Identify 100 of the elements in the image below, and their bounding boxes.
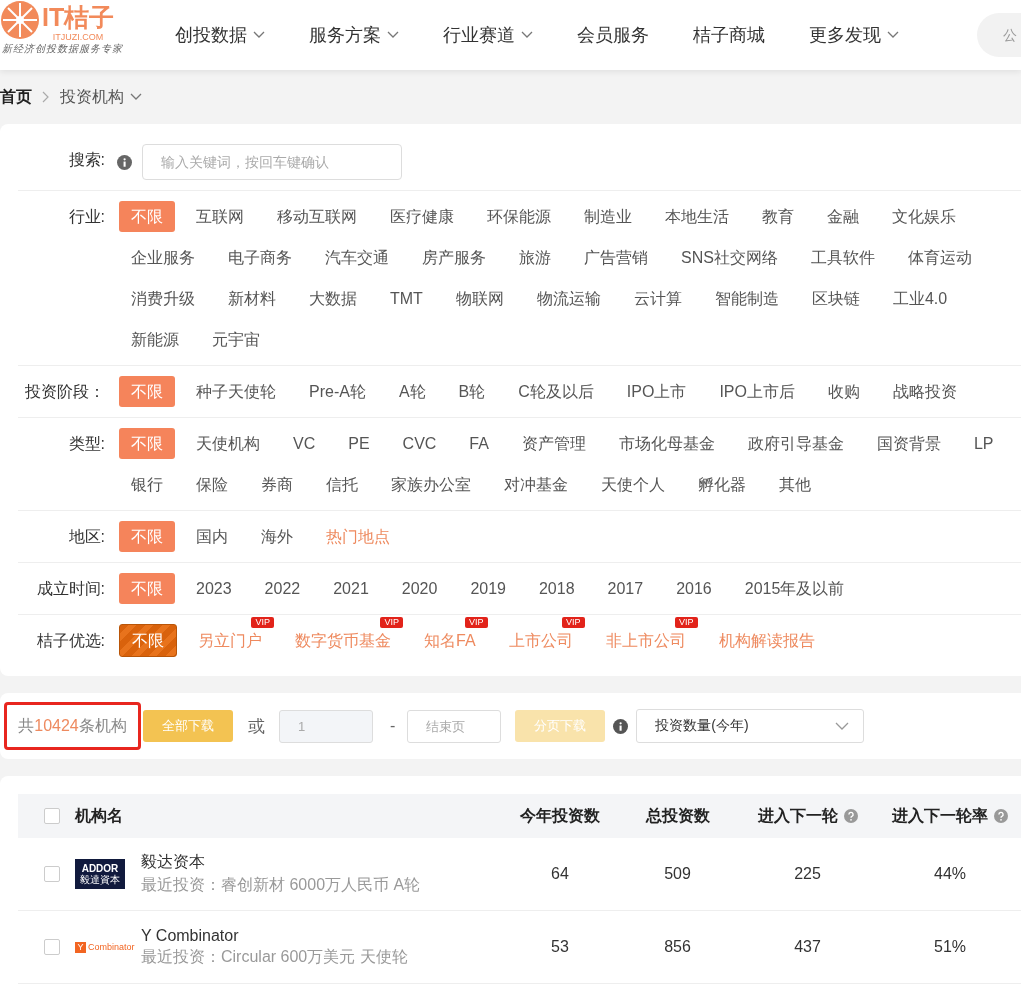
filter-option[interactable]: 智能制造 [702, 283, 791, 314]
filter-option[interactable]: 区块链 [799, 283, 872, 314]
filter-option[interactable]: 不限 [119, 624, 177, 657]
filter-option[interactable]: 2018 [526, 573, 587, 604]
filter-option[interactable]: 元宇宙 [200, 324, 272, 355]
nav-link[interactable]: 会员服务 [577, 23, 649, 47]
filter-option[interactable]: 物流运输 [524, 283, 613, 314]
filter-option[interactable]: 天使机构 [184, 428, 272, 459]
filter-option[interactable]: A轮 [386, 376, 438, 407]
filter-option[interactable]: 电子商务 [216, 242, 304, 273]
filter-option[interactable]: 保险 [184, 469, 240, 500]
filter-option[interactable]: 市场化母基金 [606, 428, 727, 459]
filter-option[interactable]: 银行 [119, 469, 175, 500]
filter-option[interactable]: LP [961, 428, 1006, 459]
nav-link[interactable]: 创投数据 [175, 23, 265, 47]
filter-option[interactable]: 企业服务 [119, 242, 207, 273]
firm-name[interactable]: Y Combinator [141, 926, 408, 945]
filter-option[interactable]: 天使个人 [589, 469, 677, 500]
filter-option[interactable]: 本地生活 [653, 201, 741, 232]
table-cell: 856 [664, 938, 691, 956]
filter-option[interactable]: PE [336, 428, 382, 459]
nav-link[interactable]: 服务方案 [309, 23, 399, 47]
filter-option[interactable]: 券商 [249, 469, 305, 500]
filter-option[interactable]: 家族办公室 [379, 469, 483, 500]
filter-option[interactable]: Pre-A轮 [297, 376, 378, 407]
filter-option[interactable]: 2015年及以前 [732, 573, 857, 604]
vip-badge: VIP [380, 617, 403, 628]
filter-option[interactable]: CVC [390, 428, 449, 459]
row-checkbox[interactable] [43, 939, 60, 955]
breadcrumb-link[interactable]: 首页 [0, 86, 32, 108]
filter-option[interactable]: IPO上市后 [707, 376, 807, 407]
nav-link[interactable]: 行业赛道 [443, 23, 533, 47]
chevron-down-icon [253, 31, 265, 39]
filter-option[interactable]: 种子天使轮 [184, 376, 288, 407]
filter-option[interactable]: 文化娱乐 [880, 201, 968, 232]
filter-option[interactable]: SNS社交网络 [669, 242, 790, 273]
filter-option[interactable]: IPO上市 [614, 376, 699, 407]
filter-option[interactable]: 环保能源 [475, 201, 563, 232]
filter-option[interactable]: 政府引导基金 [735, 428, 856, 459]
filter-option[interactable]: 金融 [815, 201, 871, 232]
filter-option[interactable]: 2022 [252, 573, 313, 604]
column-header: 进入下一轮 [757, 805, 838, 826]
filter-label: 投资阶段： [24, 382, 105, 402]
filter-option[interactable]: VC [281, 428, 328, 459]
filter-option[interactable]: 新材料 [216, 283, 288, 314]
filter-option[interactable]: 互联网 [184, 201, 256, 232]
filter-option[interactable]: 对冲基金 [492, 469, 580, 500]
filter-option[interactable]: 2019 [458, 573, 518, 604]
firm-name[interactable]: 毅达资本 [141, 852, 421, 873]
filter-option[interactable]: 工具软件 [798, 242, 887, 273]
filter-option[interactable]: 2020 [389, 573, 450, 604]
filter-option[interactable]: 物联网 [443, 283, 516, 314]
filter-option[interactable]: 汽车交通 [313, 242, 401, 273]
end-page-field[interactable]: 结束页 [407, 709, 502, 743]
filter-label: 行业: [67, 207, 105, 227]
filter-option[interactable]: 国资背景 [864, 428, 953, 459]
table-cell: 51% [934, 938, 966, 956]
filter-option[interactable]: 医疗健康 [378, 201, 466, 232]
filter-option[interactable]: 工业4.0 [880, 283, 960, 314]
filter-option[interactable]: 2017 [595, 573, 656, 604]
filter-option[interactable]: 2023 [184, 573, 244, 604]
filter-option[interactable]: 消费升级 [119, 283, 207, 314]
filter-label: 类型: [67, 434, 105, 454]
filter-option[interactable]: C轮及以后 [506, 376, 606, 407]
filter-option[interactable]: 海外 [249, 521, 305, 552]
filter-option[interactable]: 房产服务 [410, 242, 498, 273]
filter-option[interactable]: 云计算 [621, 283, 694, 314]
filter-option[interactable]: 国内 [184, 521, 240, 552]
filter-option[interactable]: 制造业 [572, 201, 644, 232]
filter-label: 成立时间: [35, 579, 105, 599]
filter-option[interactable]: B轮 [446, 376, 498, 407]
filter-option[interactable]: 移动互联网 [265, 201, 369, 232]
filter-option[interactable]: 资产管理 [509, 428, 598, 459]
filter-option[interactable]: FA [457, 428, 501, 459]
sort-select[interactable]: 投资数量(今年) [636, 709, 865, 743]
nav-link[interactable]: 桔子商城 [693, 23, 765, 47]
filter-option[interactable]: 教育 [750, 201, 806, 232]
filter-option[interactable]: 孵化器 [686, 469, 758, 500]
keyword-field[interactable]: 输入关键词，按回车键确认 [142, 144, 402, 180]
firm-logo: Y Combinator [75, 940, 136, 955]
filter-option[interactable]: 2021 [321, 573, 381, 604]
filter-option[interactable]: 2016 [664, 573, 724, 604]
row-checkbox[interactable] [43, 866, 60, 882]
filter-option[interactable]: 信托 [314, 469, 370, 500]
breadcrumb-link[interactable]: 投资机构 [60, 86, 142, 108]
filter-option[interactable]: 广告营销 [572, 242, 660, 273]
filter-option[interactable]: TMT [378, 283, 435, 314]
filter-option[interactable]: 收购 [815, 376, 872, 407]
filter-option[interactable]: 体育运动 [895, 242, 984, 273]
firm-logo: ADDOR 毅達資本 [75, 859, 125, 889]
brand-name: IT桔子 [42, 2, 115, 32]
vip-badge: VIP [251, 617, 274, 628]
recent-investment: 最近投资：睿创新材 6000万人民币 A轮 [141, 875, 421, 895]
filter-option[interactable]: 战略投资 [880, 376, 969, 407]
nav-link[interactable]: 更多发现 [809, 23, 899, 47]
filter-option[interactable]: 大数据 [297, 283, 369, 314]
filter-option[interactable]: 旅游 [507, 242, 563, 273]
select-all-checkbox[interactable] [43, 808, 60, 824]
filter-option[interactable]: 新能源 [119, 324, 191, 355]
filter-option[interactable]: 其他 [767, 469, 823, 500]
